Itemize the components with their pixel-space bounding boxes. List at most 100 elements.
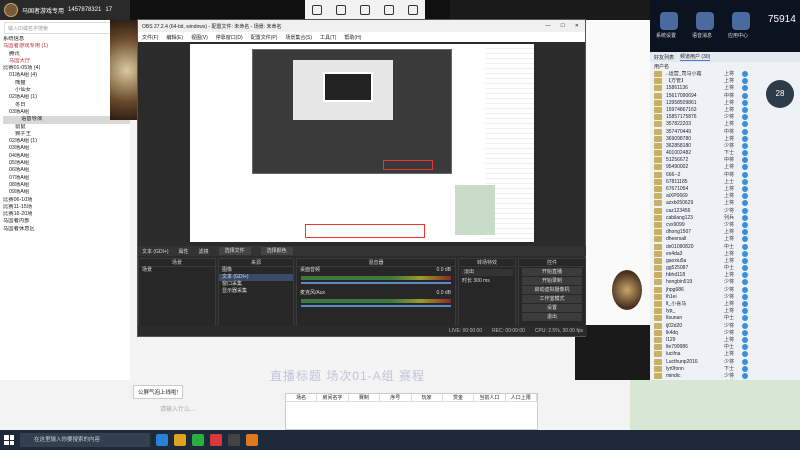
tree-item[interactable]: 狮子王 [3,131,130,138]
wechat-icon[interactable] [192,434,204,446]
tree-item[interactable]: 04场A组 [3,153,130,160]
tree-item[interactable]: 09场A组 [3,189,130,196]
tree-item[interactable]: 06场A组 [3,167,130,174]
obs-icon[interactable] [228,434,240,446]
close-icon[interactable]: ✕ [575,23,579,29]
user-row[interactable]: azxb050629 上将 [654,200,800,207]
user-row[interactable]: dheersall 上将 [654,236,800,243]
spreadsheet[interactable]: 场名 房间名字 赛制 序号 玩家 赏金 当前人口 人口上限 [285,393,538,430]
user-row[interactable]: jhpg686 少将 [654,286,800,294]
menu-dock[interactable]: 停靠窗口(D) [216,34,243,41]
sheet-header-cell[interactable]: 当前人口 [474,394,506,401]
settings-button[interactable]: 设置 [522,304,582,312]
menu-edit[interactable]: 编辑(E) [166,34,183,41]
tree-item[interactable]: 比赛06-10场 [3,197,130,204]
sheet-header-cell[interactable]: 赛制 [349,394,381,401]
user-row[interactable]: cabilang123 列兵 [654,214,800,222]
duration-input[interactable]: 300 ms [473,278,489,284]
image-icon[interactable] [336,5,346,15]
user-row[interactable]: dx01090820 中士 [654,243,800,251]
chat-input[interactable]: 请输入什么… [160,403,270,417]
properties-button[interactable]: 属性 [179,248,189,255]
selection-box[interactable] [383,160,433,170]
user-row[interactable]: lyr0fonn 下士 [654,365,800,373]
user-row[interactable]: hongbin519 少将 [654,279,800,286]
sheet-header-cell[interactable]: 房间名字 [317,394,349,401]
volume-slider[interactable] [301,305,451,307]
text-source-box[interactable] [305,224,425,238]
virtual-camera-button[interactable]: 启动虚拟摄像机 [522,286,582,294]
user-row[interactable]: mindic 少将 [654,372,800,380]
volume-slider[interactable] [301,282,451,284]
user-row[interactable]: ij02d20 少将 [654,322,800,330]
tree-item[interactable]: 05场A组 [3,160,130,167]
user-row[interactable]: lucifna 上将 [654,351,800,358]
bell-icon[interactable] [408,5,418,15]
app-icon[interactable] [210,434,222,446]
folder-icon[interactable] [174,434,186,446]
user-row[interactable]: gaoxiu5a 上将 [654,257,800,265]
tree-item[interactable]: 08场A组 [3,182,130,189]
voice-message-icon[interactable] [696,12,714,30]
tab-channel-users[interactable]: 频道用户 (30) [680,53,711,61]
menu-scene-collection[interactable]: 场景集合(S) [285,34,312,41]
user-row[interactable]: 67811185 上士 [654,178,800,186]
avatar[interactable] [4,3,18,17]
tree-item[interactable]: 鼠鼠 [3,124,130,131]
tree-item[interactable]: 比赛16-20场 [3,211,130,218]
app-icon[interactable] [156,434,168,446]
sheet-header-cell[interactable]: 玩家 [412,394,443,401]
tree-item[interactable]: 马国者内部 [3,218,130,225]
start-recording-button[interactable]: 开始录制 [522,277,582,285]
tree-item[interactable]: 马国者休息区 [3,226,130,233]
user-row[interactable]: 357470449 中将 [654,128,800,136]
transition-select[interactable]: 淡出 [461,269,513,276]
windows-start-icon[interactable] [4,435,14,445]
select-color-button[interactable]: 选择颜色 [260,247,293,255]
user-row[interactable]: 95490002 上将 [654,164,800,171]
user-row[interactable]: 362858180 少将 [654,142,800,150]
user-row[interactable]: 666--2 中将 [654,171,800,179]
maximize-icon[interactable]: ☐ [560,23,564,29]
user-row[interactable]: lk4dq 少将 [654,329,800,337]
online-counter[interactable]: 28 [766,80,794,108]
exit-button[interactable]: 退出 [522,313,582,321]
user-row[interactable]: caz123456 少将 [654,207,800,215]
sheet-header-cell[interactable]: 场名 [286,394,318,401]
screen-icon[interactable] [312,5,322,15]
menu-view[interactable]: 视图(V) [191,34,208,41]
select-file-button[interactable]: 选择文件 [218,247,251,255]
tree-item[interactable]: 比赛11-15场 [3,204,130,211]
user-row[interactable]: lh1ei 少将 [654,293,800,301]
menu-tools[interactable]: 工具(T) [320,34,336,41]
user-row[interactable]: 357822203 上将 [654,121,800,128]
gamepad-icon[interactable] [360,5,370,15]
sheet-header-cell[interactable]: 序号 [380,394,412,401]
start-streaming-button[interactable]: 开始直播 [522,268,582,276]
filters-button[interactable]: 滤镜 [199,248,209,255]
source-item[interactable]: 显示器采集 [219,288,293,295]
menu-file[interactable]: 文件(F) [142,34,158,41]
user-row[interactable]: 369098780 上将 [654,135,800,143]
scene-item[interactable]: 场景 [139,267,215,274]
minimize-icon[interactable]: — [545,23,550,29]
tree-item[interactable]: 07场A组 [3,175,130,182]
menu-profile[interactable]: 配置文件(P) [251,34,278,41]
source-item[interactable]: 窗口采集 [219,281,293,288]
record-icon[interactable] [384,5,394,15]
app-center-icon[interactable] [732,12,750,30]
channel-search-input[interactable]: 输入ID或名字搜索 [4,22,126,34]
user-row[interactable]: ex4da3 上将 [654,250,800,258]
tab-friends[interactable]: 好友列表 [654,54,674,61]
user-row[interactable]: ltsunan 中士 [654,315,800,322]
system-settings-icon[interactable] [660,12,678,30]
user-row[interactable]: Lucthunp2016 少将 [654,358,800,366]
notice-popup[interactable]: 公屏气泡上线啦! [133,385,183,399]
menu-help[interactable]: 帮助(H) [344,34,361,41]
source-item[interactable]: 文本 (GDI+) [219,274,293,281]
tree-item[interactable]: 02场A组 (1) [3,138,130,145]
tree-item[interactable]: 03场A组 [3,145,130,152]
app-icon[interactable] [246,434,258,446]
source-item[interactable]: 图像 [219,267,293,274]
sheet-header-cell[interactable]: 赏金 [443,394,475,401]
